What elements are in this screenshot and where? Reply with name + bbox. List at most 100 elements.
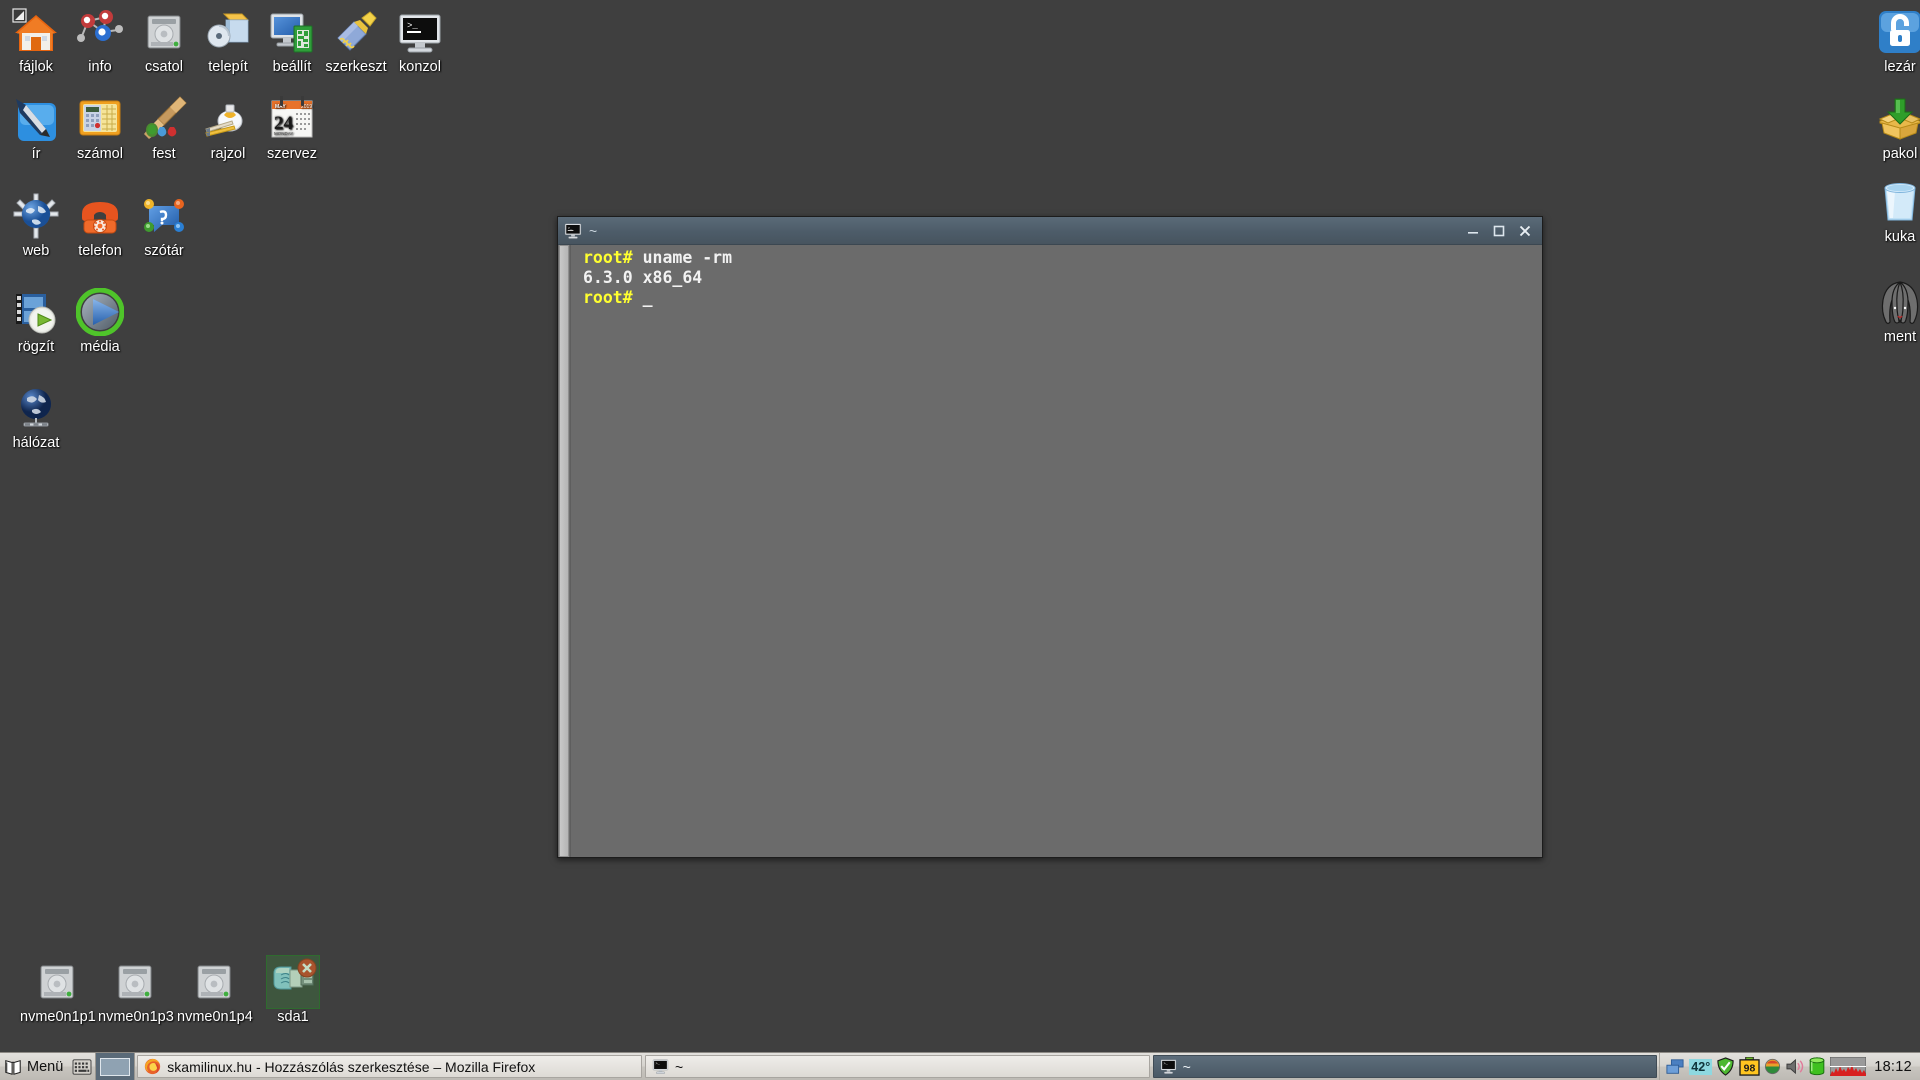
close-button[interactable] [1512, 220, 1538, 242]
dictionary-icon [140, 192, 188, 240]
desktop-icon-label: szervez [267, 146, 317, 162]
clock[interactable]: 18:12 [1870, 1059, 1914, 1075]
desktop-icon-szerkeszt[interactable]: szerkeszt [324, 8, 388, 75]
desktop-icon-pakol[interactable]: pakol [1868, 95, 1920, 162]
desktop-icon-label: kuka [1884, 229, 1916, 245]
desktop-icon-info[interactable]: info [68, 8, 132, 75]
system-tray[interactable]: 42° 98 18:12 [1659, 1053, 1920, 1080]
desktop-icon-label: szótár [144, 243, 184, 259]
desktop-icon-csatol[interactable]: csatol [132, 8, 196, 75]
terminal-icon: >_ [652, 1058, 669, 1075]
window-task-list[interactable]: skamilinux.hu - Hozzászólás szerkesztése… [135, 1053, 1659, 1080]
desktop-icon-rajzol[interactable]: rajzol [196, 95, 260, 162]
desktop-icon-label: ír [31, 146, 41, 162]
desktop-icon-nvme0n1p1[interactable]: nvme0n1p1 [20, 958, 96, 1025]
desktop-icon-label: fest [152, 146, 176, 162]
terminal-icon: >_ [564, 222, 582, 240]
desktop-icon-beallit[interactable]: beállít [260, 8, 324, 75]
terminal-result: 6.3.0 x86_64 [583, 268, 703, 287]
terminal-prompt-2: root# [583, 288, 633, 307]
terminal-title: ~ [589, 222, 598, 239]
desktop-icon-label: lezár [1884, 59, 1916, 75]
task-button-terminal-1[interactable]: >_ ~ [644, 1055, 1150, 1078]
desktop-icon-konzol[interactable]: >_ konzol [388, 8, 452, 75]
desktop-icon-label: nvme0n1p1 [20, 1009, 96, 1025]
desktop-icon-label: hálózat [12, 435, 60, 451]
temperature-indicator[interactable]: 42° [1689, 1058, 1713, 1075]
task-button-terminal-2[interactable]: >_ ~ [1152, 1055, 1658, 1078]
task-button-firefox[interactable]: skamilinux.hu - Hozzászólás szerkesztése… [137, 1055, 642, 1078]
taskbar[interactable]: Menü skamilinux.hu - Hozzászólás szerkes… [0, 1052, 1920, 1080]
desktop-icon-fajlok[interactable]: fájlok [4, 8, 68, 75]
desktop-icon-sda1[interactable]: sda1 [256, 955, 330, 1025]
desktop-icon-label: szerkeszt [325, 59, 387, 75]
calculator-icon [76, 95, 124, 143]
desktop-icon-label: konzol [399, 59, 441, 75]
monitor-settings-icon [268, 8, 316, 56]
task-button-label: ~ [1182, 1058, 1191, 1075]
desktop-icon-label: telefon [78, 243, 122, 259]
desktop-icon-telefon[interactable]: telefon [68, 192, 132, 259]
paint-brush-icon [140, 95, 188, 143]
desktop-icon-web[interactable]: web [4, 192, 68, 259]
battery-indicator[interactable]: 98 [1739, 1057, 1760, 1076]
desktop-icon-label: ment [1883, 329, 1917, 345]
show-desktop-button[interactable] [69, 1053, 95, 1080]
book-menu-icon [4, 1058, 22, 1076]
package-install-icon [204, 8, 252, 56]
cpu-graph-icon[interactable] [1830, 1057, 1867, 1076]
workspace-pager[interactable] [95, 1053, 136, 1080]
terminal-icon: >_ [1160, 1058, 1177, 1075]
video-record-icon [12, 288, 60, 336]
desktop-icon-szotar[interactable]: szótár [132, 192, 196, 259]
desktop-icon-szamol[interactable]: számol [68, 95, 132, 162]
hard-disk-icon [140, 8, 188, 56]
volume-icon[interactable] [1785, 1058, 1804, 1075]
terminal-titlebar[interactable]: >_ ~ [558, 217, 1542, 245]
desktop-icon-szervez[interactable]: MAY 2019 24 MONDAY szervez [260, 95, 324, 162]
show-desktop-icon [72, 1058, 92, 1076]
desktop-icon-telepit[interactable]: telepít [196, 8, 260, 75]
mop-backup-icon [1876, 278, 1920, 326]
desktop-icon-kuka[interactable]: kuka [1868, 178, 1920, 245]
disk-usage-icon[interactable] [1808, 1057, 1826, 1076]
desktop-icon-fest[interactable]: fest [132, 95, 196, 162]
maximize-button[interactable] [1486, 220, 1512, 242]
desktop-icon-nvme0n1p3[interactable]: nvme0n1p3 [98, 958, 174, 1025]
scrollbar-thumb[interactable] [559, 245, 569, 857]
desktop-icon-label: csatol [145, 59, 183, 75]
hard-disk-icon [33, 958, 81, 1006]
desktop-icon-label: telepít [208, 59, 248, 75]
desktop-icon-ment[interactable]: ment [1868, 278, 1920, 345]
desktop-icon-lezar[interactable]: lezár [1868, 8, 1920, 75]
desktop-icon-label: fájlok [19, 59, 53, 75]
task-button-label: ~ [674, 1058, 684, 1075]
desktop-icon-media[interactable]: média [68, 288, 132, 355]
terminal-icon: >_ [396, 8, 444, 56]
desktop-icon-label: info [88, 59, 112, 75]
desktop-icon-rogzit[interactable]: rögzít [4, 288, 68, 355]
padlock-icon [1876, 8, 1920, 56]
workspace-squares-icon[interactable] [1665, 1058, 1685, 1076]
brightness-icon[interactable] [1764, 1058, 1781, 1075]
terminal-prompt: root# [583, 248, 633, 267]
desktop-icon-ir[interactable]: ír [4, 95, 68, 162]
terminal-command: uname -rm [632, 248, 733, 267]
start-menu-label: Menü [27, 1058, 64, 1075]
firefox-icon [144, 1058, 161, 1075]
desktop-icon-label: pakol [1882, 146, 1918, 162]
hard-disk-icon [190, 958, 238, 1006]
shield-check-icon[interactable] [1716, 1057, 1735, 1076]
desktop-icon-label: média [80, 339, 120, 355]
workspace-page-1[interactable] [100, 1057, 131, 1076]
terminal-body[interactable]: root# uname -rm 6.3.0 x86_64 root# _ [558, 245, 1542, 857]
desktop-icon-label: nvme0n1p4 [177, 1009, 253, 1025]
terminal-output[interactable]: root# uname -rm 6.3.0 x86_64 root# _ [571, 245, 1542, 857]
desktop-icon-nvme0n1p4[interactable]: nvme0n1p4 [177, 958, 253, 1025]
terminal-window[interactable]: >_ ~ root# uname -rm 6.3.0 x86_64 root# … [557, 216, 1543, 858]
terminal-scrollbar[interactable] [558, 245, 571, 857]
desktop-icon-halozat[interactable]: hálózat [4, 384, 68, 451]
start-menu-button[interactable]: Menü [0, 1053, 69, 1080]
minimize-button[interactable] [1460, 220, 1486, 242]
desktop-icon-label: számol [77, 146, 123, 162]
